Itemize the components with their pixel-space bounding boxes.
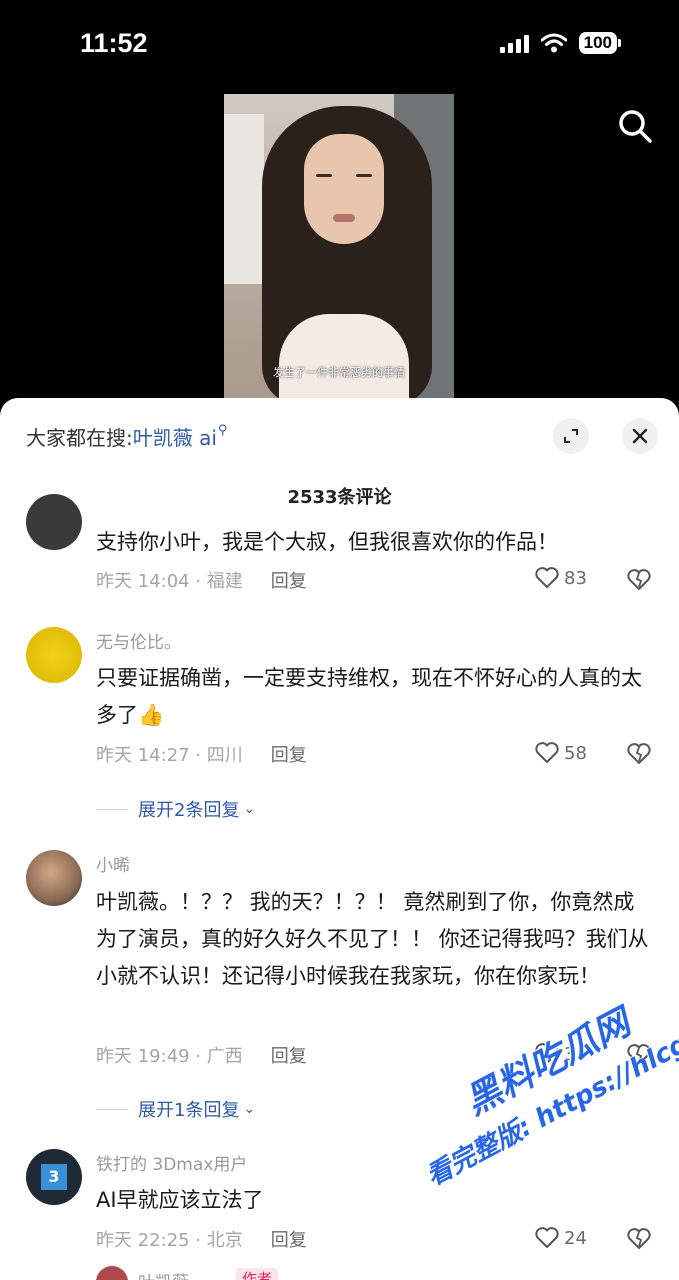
comment-meta: 昨天 14:04 · 福建 回复	[96, 567, 307, 593]
chevron-down-icon: ⌄	[243, 1101, 256, 1117]
dislike-icon[interactable]	[626, 742, 652, 766]
expand-button[interactable]	[553, 418, 589, 454]
comment-text: 支持你小叶，我是个大叔，但我很喜欢你的作品！	[96, 530, 558, 554]
author-badge: 作者	[236, 1268, 279, 1280]
heart-icon	[535, 742, 559, 763]
comment-username[interactable]: 无与伦比。	[96, 628, 181, 653]
avatar[interactable]	[26, 850, 82, 906]
heart-icon	[535, 1227, 559, 1248]
status-icons: 100	[499, 32, 621, 54]
comment-meta: 昨天 14:27 · 四川 回复	[96, 741, 307, 767]
video-subtitle: 发生了一件非常恶劣的事情	[273, 366, 405, 379]
expand-replies-button[interactable]: 展开2条回复 ⌄	[96, 796, 255, 822]
comment-username[interactable]: 叶凯薇	[138, 1268, 189, 1280]
comment-username[interactable]: 小晞	[96, 851, 130, 876]
expand-replies-label: 展开2条回复	[138, 800, 240, 821]
reply-button[interactable]: 回复	[271, 567, 307, 593]
trending-search-keyword[interactable]: 叶凯薇 ai	[133, 422, 217, 451]
like-count: 58	[564, 742, 587, 764]
wifi-icon	[540, 33, 567, 53]
dislike-icon[interactable]	[626, 568, 652, 592]
avatar[interactable]: 3	[26, 1149, 82, 1205]
chevron-down-icon: ⌄	[243, 801, 256, 817]
video-player[interactable]: 发生了一件非常恶劣的事情	[224, 94, 454, 400]
like-button[interactable]: 83	[534, 566, 587, 590]
close-button[interactable]	[622, 418, 658, 454]
expand-replies-label: 展开1条回复	[138, 1100, 240, 1121]
heart-icon	[535, 567, 559, 588]
comment-username[interactable]: 铁打的 3Dmax用户	[96, 1150, 247, 1175]
comment-date: 昨天 14:27 · 四川	[96, 745, 243, 766]
battery-icon: 100	[578, 32, 621, 54]
like-button[interactable]: 24	[534, 1226, 587, 1250]
search-small-icon: ⚲	[217, 423, 228, 438]
dislike-icon[interactable]	[626, 1227, 652, 1251]
battery-level: 100	[578, 32, 617, 54]
comment-meta: 昨天 22:25 · 北京 回复	[96, 1226, 307, 1252]
close-icon	[632, 428, 648, 444]
expand-icon	[564, 429, 578, 443]
avatar[interactable]	[96, 1266, 128, 1280]
trending-search-prefix: 大家都在搜:	[26, 426, 133, 450]
trending-search[interactable]: 大家都在搜: 叶凯薇 ai ⚲	[26, 422, 227, 451]
reply-button[interactable]: 回复	[271, 1226, 307, 1252]
reply-button[interactable]: 回复	[271, 1042, 307, 1068]
comment-date: 昨天 19:49 · 广西	[96, 1046, 243, 1067]
expand-replies-button[interactable]: 展开1条回复 ⌄	[96, 1096, 255, 1122]
comment-date: 昨天 14:04 · 福建	[96, 571, 243, 592]
comment-count: 2533条评论	[287, 487, 392, 508]
like-button[interactable]: 58	[534, 741, 587, 765]
avatar[interactable]	[26, 627, 82, 683]
avatar[interactable]	[26, 494, 82, 550]
comment-text: 只要证据确凿，一定要支持维权，现在不怀好心的人真的太多了👍	[96, 666, 642, 727]
comment-text: AI早就应该立法了	[96, 1188, 264, 1212]
like-count: 83	[564, 567, 587, 589]
search-icon[interactable]	[617, 108, 653, 144]
comment-date: 昨天 22:25 · 北京	[96, 1230, 243, 1251]
reply-button[interactable]: 回复	[271, 741, 307, 767]
comment-meta: 昨天 19:49 · 广西 回复	[96, 1042, 307, 1068]
cellular-signal-icon	[499, 33, 529, 53]
like-count: 24	[564, 1227, 587, 1249]
status-time: 11:52	[80, 28, 148, 58]
